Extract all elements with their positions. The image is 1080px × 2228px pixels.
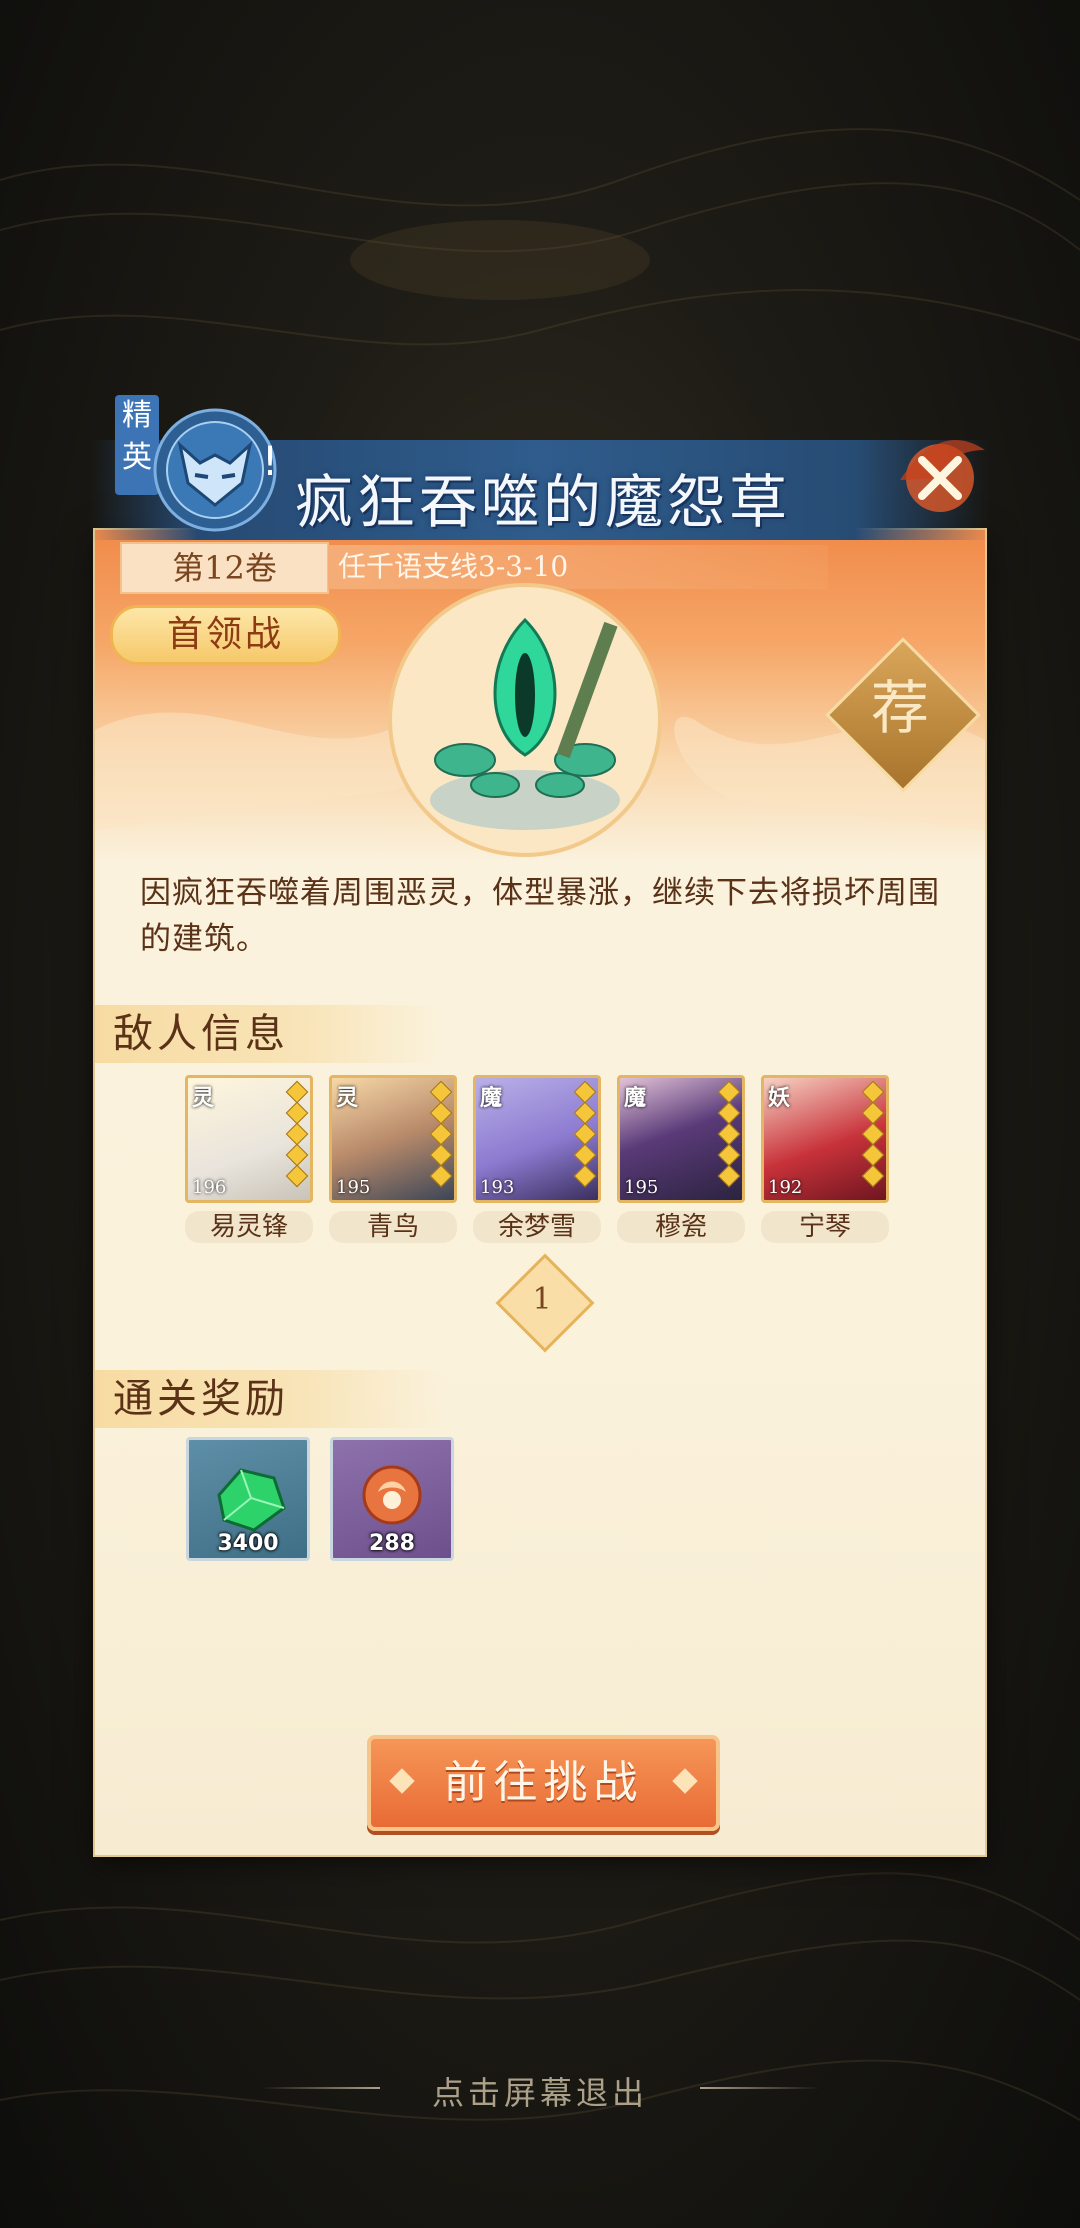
faction-badge: 灵 bbox=[192, 1085, 215, 1111]
demon-mask-icon: ! bbox=[153, 408, 278, 532]
faction-badge: 魔 bbox=[624, 1085, 647, 1111]
chapter-label: 第12卷 bbox=[120, 542, 329, 594]
enemy-card[interactable]: 魔 193 余梦雪 bbox=[473, 1075, 601, 1243]
stage-description: 因疯狂吞噬着周围恶灵，体型暴涨，继续下去将损坏周围的建筑。 bbox=[140, 875, 940, 957]
enemy-name: 易灵锋 bbox=[185, 1211, 313, 1243]
enemy-card[interactable]: 灵 195 青鸟 bbox=[329, 1075, 457, 1243]
enemy-info-header: 敌人信息 bbox=[95, 1005, 443, 1063]
enemy-portrait: 灵 196 bbox=[185, 1075, 313, 1203]
enemy-card[interactable]: 魔 195 穆瓷 bbox=[617, 1075, 745, 1243]
faction-badge: 灵 bbox=[336, 1085, 359, 1111]
star-icons bbox=[573, 1080, 597, 1189]
recommend-label: 荐 bbox=[870, 674, 929, 742]
star-icons bbox=[861, 1080, 885, 1189]
challenge-button[interactable]: 前往挑战 bbox=[367, 1735, 720, 1831]
star-icons bbox=[717, 1080, 741, 1189]
faction-badge: 魔 bbox=[480, 1085, 503, 1111]
svg-text:!: ! bbox=[262, 439, 278, 485]
enemy-name: 青鸟 bbox=[329, 1211, 457, 1243]
rewards-header: 通关奖励 bbox=[95, 1370, 443, 1428]
enemy-list: 灵 196 易灵锋 灵 195 青鸟 魔 193 余梦雪 魔 195 穆瓷 妖 bbox=[185, 1075, 905, 1243]
star-icons bbox=[285, 1080, 309, 1189]
stage-title: 疯狂吞噬的魔怨草 bbox=[295, 468, 792, 536]
exit-hint[interactable]: 点击屏幕退出 bbox=[0, 2068, 1080, 2114]
reward-count: 288 bbox=[369, 1531, 415, 1556]
close-icon[interactable] bbox=[880, 420, 1000, 530]
enemy-level: 192 bbox=[768, 1177, 803, 1198]
challenge-button-label: 前往挑战 bbox=[443, 1757, 644, 1808]
enemy-portrait: 妖 192 bbox=[761, 1075, 889, 1203]
enemy-portrait: 灵 195 bbox=[329, 1075, 457, 1203]
enemy-portrait: 魔 193 bbox=[473, 1075, 601, 1203]
enemy-portrait: 魔 195 bbox=[617, 1075, 745, 1203]
page-number: 1 bbox=[532, 1282, 552, 1317]
enemy-name: 余梦雪 bbox=[473, 1211, 601, 1243]
enemy-level: 196 bbox=[192, 1177, 227, 1198]
boss-battle-badge: 首领战 bbox=[110, 605, 341, 665]
reward-item[interactable]: 3400 bbox=[186, 1437, 310, 1561]
enemy-level: 193 bbox=[480, 1177, 515, 1198]
boss-portrait bbox=[388, 583, 662, 857]
reward-count: 3400 bbox=[217, 1531, 279, 1556]
star-icons bbox=[429, 1080, 453, 1189]
reward-item[interactable]: 288 bbox=[330, 1437, 454, 1561]
enemy-name: 宁琴 bbox=[761, 1211, 889, 1243]
enemy-name: 穆瓷 bbox=[617, 1211, 745, 1243]
enemy-card[interactable]: 灵 196 易灵锋 bbox=[185, 1075, 313, 1243]
enemy-card[interactable]: 妖 192 宁琴 bbox=[761, 1075, 889, 1243]
faction-badge: 妖 bbox=[768, 1085, 791, 1111]
enemy-level: 195 bbox=[624, 1177, 659, 1198]
enemy-level: 195 bbox=[336, 1177, 371, 1198]
